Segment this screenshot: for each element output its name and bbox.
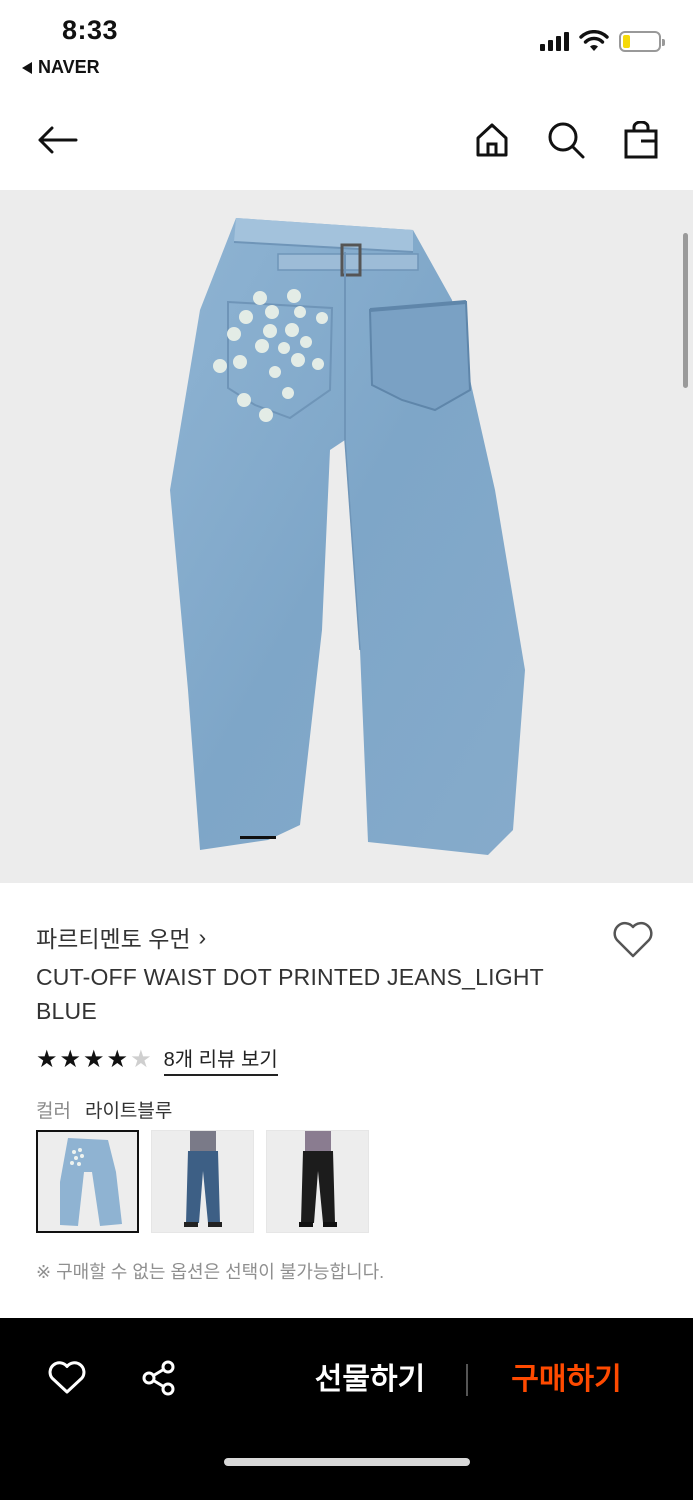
share-icon xyxy=(142,1360,175,1396)
bottom-action-bar: 선물하기 구매하기 xyxy=(0,1318,693,1500)
battery-icon xyxy=(619,30,665,52)
carousel-indicator xyxy=(240,836,276,839)
chevron-right-icon: › xyxy=(198,923,207,950)
buy-button[interactable]: 구매하기 xyxy=(494,1358,639,1402)
star-filled-icon: ★ xyxy=(83,1045,105,1073)
wifi-icon xyxy=(579,30,609,51)
top-nav xyxy=(0,95,693,190)
product-image-carousel[interactable] xyxy=(0,190,693,883)
back-triangle-icon xyxy=(22,61,32,74)
scrollbar-thumb[interactable] xyxy=(683,233,688,388)
heart-outline-icon xyxy=(48,1361,86,1394)
brand-name: 파르티멘토 우먼 xyxy=(36,926,191,952)
star-empty-icon: ★ xyxy=(130,1045,152,1073)
swatch-blue-jeans[interactable] xyxy=(151,1130,254,1233)
color-label: 컬러 xyxy=(36,1101,71,1122)
back-app-label: NAVER xyxy=(38,57,100,77)
option-notice: ※ 구매할 수 없는 옵션은 선택이 불가능합니다. xyxy=(36,1262,385,1282)
share-button[interactable] xyxy=(137,1356,181,1400)
product-title: CUT-OFF WAIST DOT PRINTED JEANS_LIGHT BL… xyxy=(36,964,544,1024)
star-filled-icon: ★ xyxy=(59,1045,82,1073)
model-black-jeans-thumbnail xyxy=(299,1131,337,1227)
shopping-bag-icon[interactable] xyxy=(616,115,666,165)
rating-row: ★ ★ ★ ★ ★ 8개 리뷰 보기 xyxy=(36,1043,278,1076)
reviews-link[interactable]: 8개 리뷰 보기 xyxy=(163,1043,278,1076)
back-to-app-link[interactable]: NAVER xyxy=(22,57,100,78)
back-arrow-icon[interactable] xyxy=(32,115,82,165)
gift-button[interactable]: 선물하기 xyxy=(300,1358,440,1402)
wishlist-bottom-button[interactable] xyxy=(45,1356,89,1400)
brand-link[interactable]: 파르티멘토 우먼 › xyxy=(36,920,206,954)
home-indicator[interactable] xyxy=(224,1458,470,1466)
wishlist-button[interactable] xyxy=(609,916,657,964)
color-value: 라이트블루 xyxy=(84,1101,173,1122)
star-filled-icon: ★ xyxy=(36,1045,58,1073)
model-blue-jeans-thumbnail xyxy=(184,1131,222,1227)
status-icons xyxy=(540,30,665,52)
swatch-light-blue-jeans[interactable] xyxy=(36,1130,139,1233)
cellular-signal-icon xyxy=(540,31,569,51)
status-time: 8:33 xyxy=(62,15,119,45)
product-image-jeans xyxy=(170,218,525,855)
bottom-divider xyxy=(466,1364,468,1396)
heart-outline-icon xyxy=(613,921,653,958)
swatch-black-jeans[interactable] xyxy=(266,1130,369,1233)
jeans-thumbnail-icon xyxy=(60,1138,122,1226)
search-icon[interactable] xyxy=(541,115,591,165)
status-bar: 8:33 NAVER xyxy=(0,0,693,95)
rating-stars: ★ ★ ★ ★ ★ xyxy=(36,1045,152,1073)
color-option-row: 컬러 라이트블루 xyxy=(36,1096,172,1123)
color-swatches xyxy=(36,1130,369,1233)
star-filled-icon: ★ xyxy=(106,1045,129,1073)
home-icon[interactable] xyxy=(467,115,517,165)
